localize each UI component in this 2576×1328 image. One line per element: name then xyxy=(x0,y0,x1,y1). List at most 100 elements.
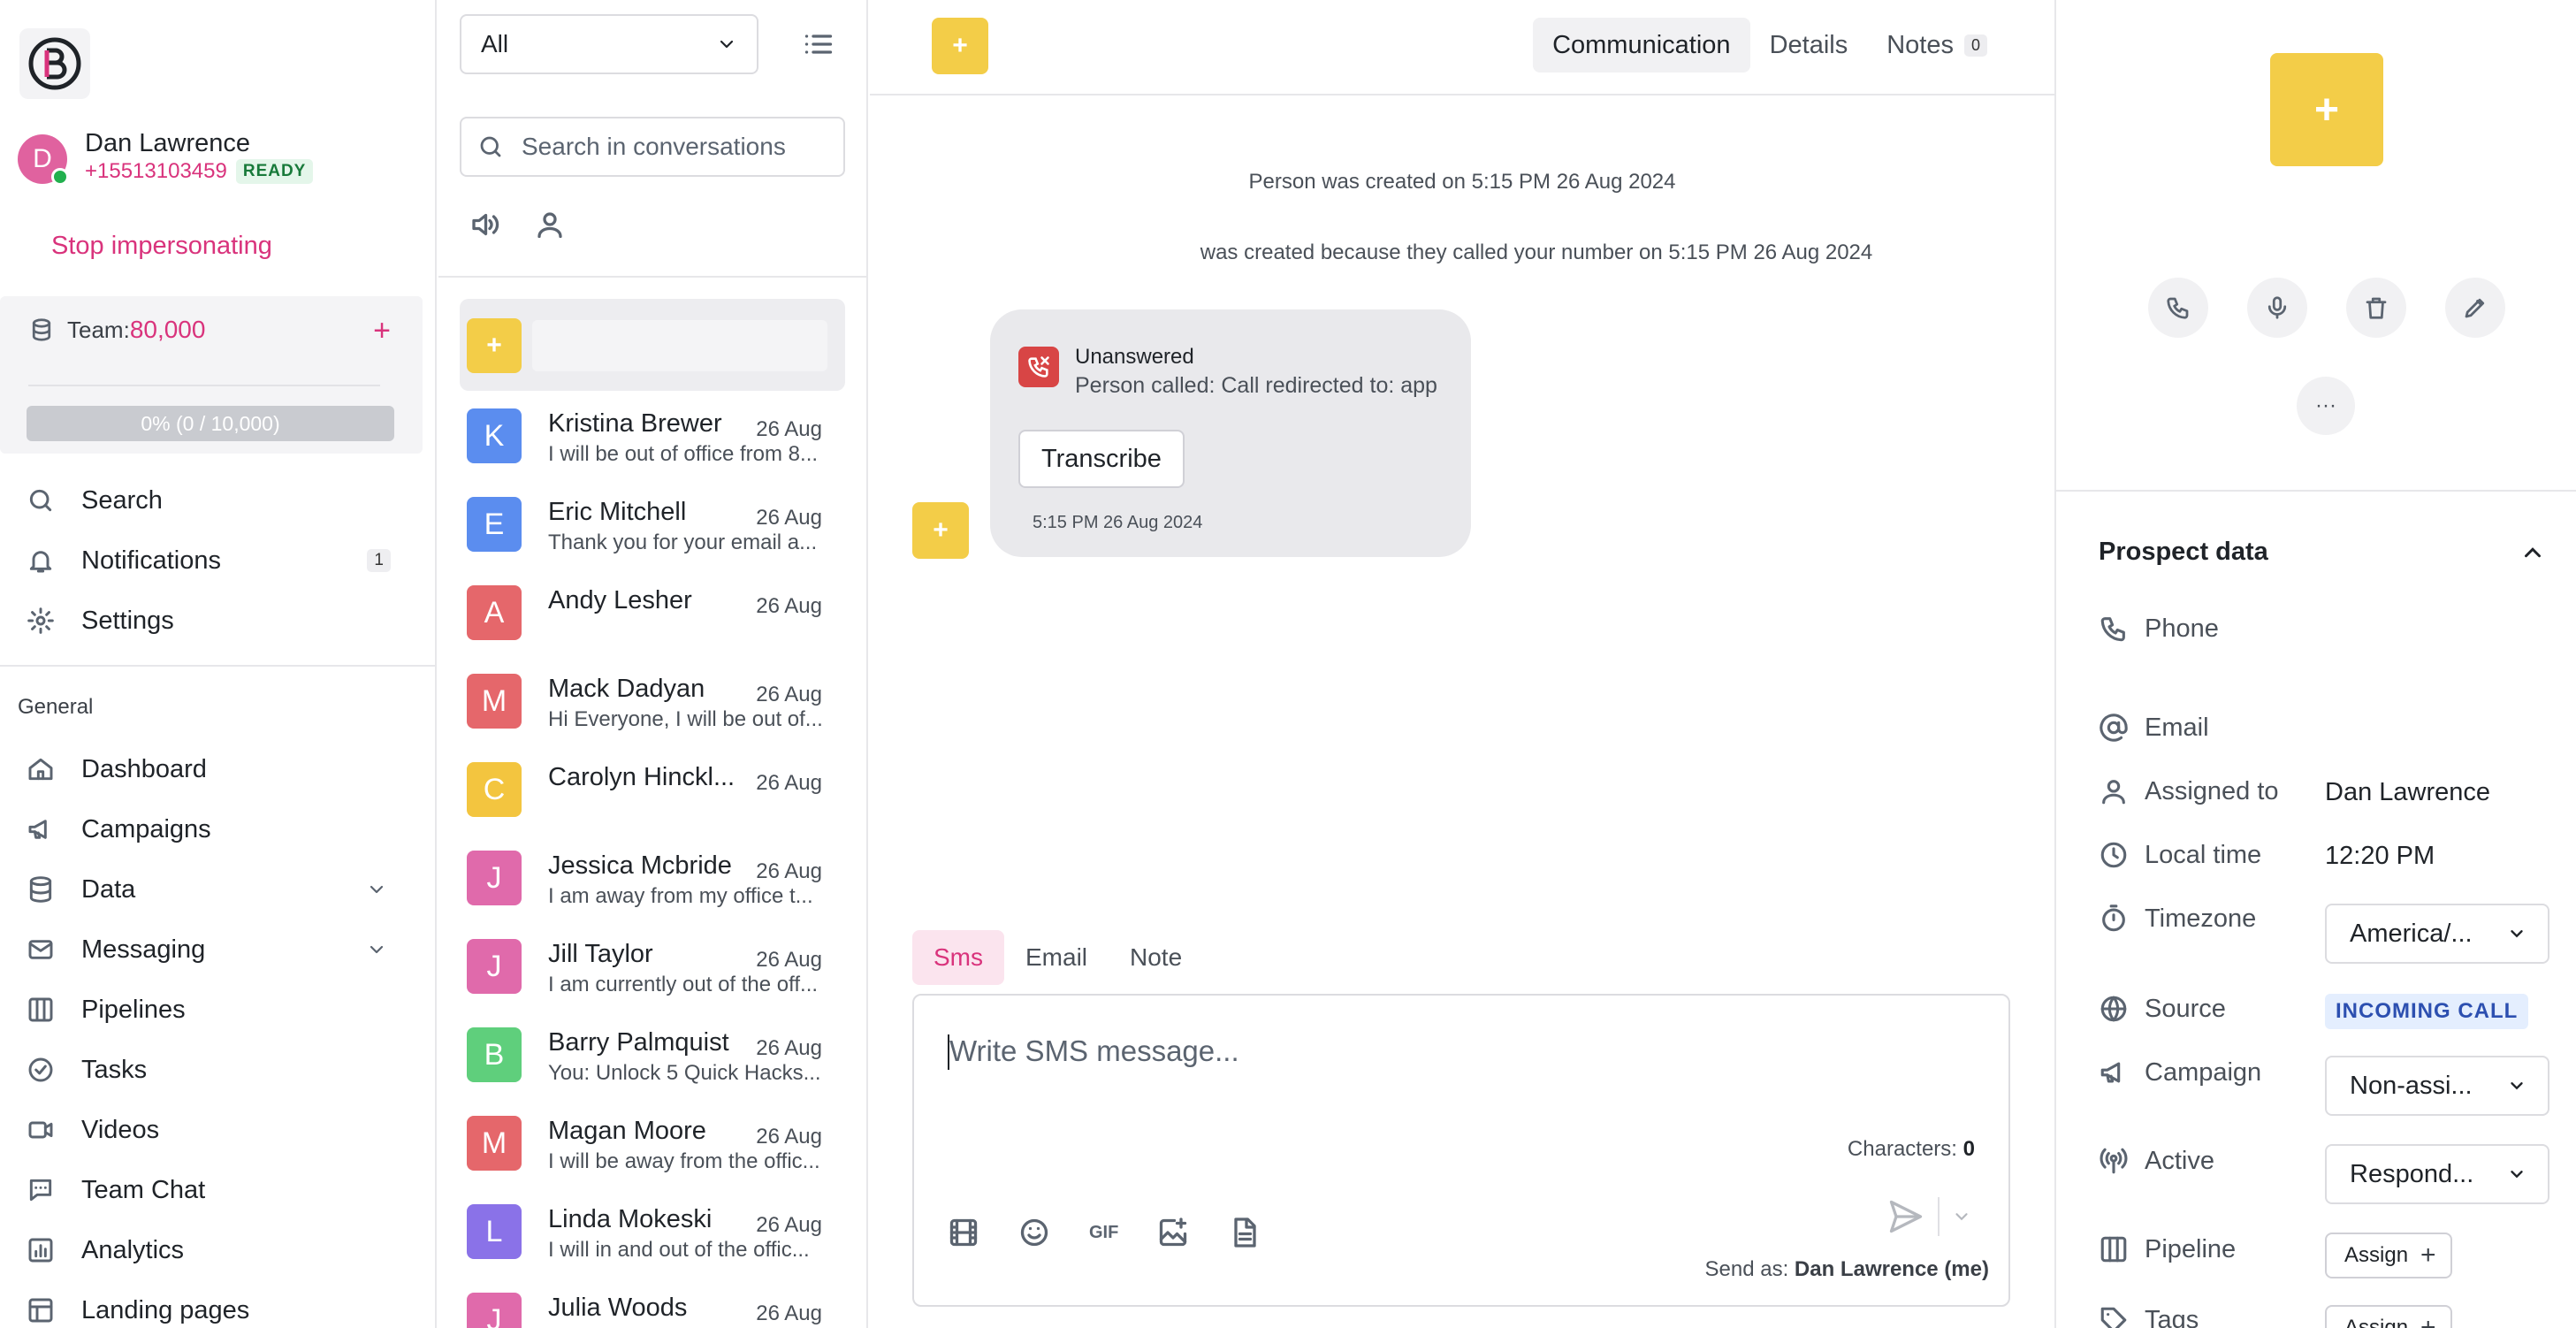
pipeline-assign-button[interactable]: Assign + xyxy=(2325,1233,2452,1278)
tab-communication[interactable]: Communication xyxy=(1533,18,1750,73)
send-icon[interactable] xyxy=(1886,1197,1925,1236)
avatar: J xyxy=(467,851,522,905)
image-upload-icon[interactable] xyxy=(1157,1217,1189,1248)
divider xyxy=(0,665,437,667)
timezone-select[interactable]: America/... xyxy=(2325,904,2549,964)
conversation-date: 26 Aug xyxy=(756,948,822,972)
filter-value: All xyxy=(481,30,509,57)
conversation-date: 26 Aug xyxy=(756,594,822,618)
chat-icon xyxy=(29,1179,52,1202)
campaign-select[interactable]: Non-assi... xyxy=(2325,1056,2549,1116)
chevron-down-icon xyxy=(2511,930,2523,938)
more-actions-button[interactable]: ··· xyxy=(2297,377,2355,435)
conversation-date: 26 Aug xyxy=(756,1125,822,1149)
timezone-value: America/... xyxy=(2350,919,2473,948)
tab-details[interactable]: Details xyxy=(1750,18,1868,73)
conversation-item[interactable]: A Andy Lesher 26 Aug xyxy=(460,571,845,660)
conversation-item[interactable]: K Kristina Brewer I will be out of office … xyxy=(460,394,845,483)
delete-button[interactable] xyxy=(2346,278,2406,338)
chevron-up-icon[interactable] xyxy=(2519,539,2546,566)
field-label: Pipeline xyxy=(2145,1234,2237,1263)
conversation-item[interactable]: B Barry Palmquist You: Unlock 5 Quick Hack… xyxy=(460,1013,845,1102)
sidebar-item-search[interactable]: Search xyxy=(0,470,437,530)
sidebar-item-landing-pages[interactable]: Landing pages xyxy=(0,1280,437,1328)
current-user[interactable]: D Dan Lawrence +15513103459 READY xyxy=(18,127,314,186)
sidebar-item-label: Notifications xyxy=(81,546,221,575)
field-label: Campaign xyxy=(2145,1057,2262,1087)
sms-composer[interactable]: Write SMS message... Characters: 0 GIF S… xyxy=(912,994,2010,1307)
chevron-down-icon xyxy=(720,40,734,49)
sidebar-item-analytics[interactable]: Analytics xyxy=(0,1220,437,1280)
sms-message-input[interactable]: Write SMS message... xyxy=(949,1034,1239,1068)
field-label: Timezone xyxy=(2145,904,2257,933)
tab-note[interactable]: Note xyxy=(1109,930,1203,985)
sidebar-item-data[interactable]: Data xyxy=(0,859,437,920)
sidebar-item-tasks[interactable]: Tasks xyxy=(0,1040,437,1100)
conversation-item[interactable]: L Linda Mokeski I will in and out of the o… xyxy=(460,1190,845,1278)
conversation-filter-select[interactable]: All xyxy=(460,14,758,74)
nav-top: Search Notifications 1 Settings xyxy=(0,470,437,651)
detail-tabs: Communication Details Notes 0 xyxy=(1533,18,2007,73)
conversation-item[interactable]: M Magan Moore I will be away from the offi… xyxy=(460,1102,845,1190)
tags-assign-button[interactable]: Assign + xyxy=(2325,1305,2452,1328)
document-icon[interactable] xyxy=(1228,1217,1260,1248)
conversation-item[interactable]: M Mack Dadyan Hi Everyone, I will be out o… xyxy=(460,660,845,748)
conversation-item-selected[interactable]: + xyxy=(460,299,845,391)
team-label: Team: xyxy=(67,316,130,343)
sidebar-item-team-chat[interactable]: Team Chat xyxy=(0,1160,437,1220)
active-status-select[interactable]: Respond... xyxy=(2325,1144,2549,1204)
sidebar-item-videos[interactable]: Videos xyxy=(0,1100,437,1160)
detail-topbar: + Communication Details Notes 0 xyxy=(870,0,2054,95)
record-button[interactable] xyxy=(2247,278,2307,338)
app-logo[interactable] xyxy=(19,28,90,99)
assigned-to-value[interactable]: Dan Lawrence xyxy=(2325,778,2490,807)
conversation-item[interactable]: J Jill Taylor I am currently out of the of… xyxy=(460,925,845,1013)
sidebar-item-dashboard[interactable]: Dashboard xyxy=(0,739,437,799)
field-label: Phone xyxy=(2145,614,2219,643)
at-sign-icon xyxy=(2100,714,2128,742)
film-icon[interactable] xyxy=(948,1217,979,1248)
globe-icon xyxy=(2100,996,2127,1022)
chevron-down-icon[interactable] xyxy=(366,939,387,960)
person-icon[interactable] xyxy=(534,209,566,240)
database-icon xyxy=(29,876,52,903)
team-credits-panel: Team: 80,000 + 0% (0 / 10,000) xyxy=(0,296,423,454)
emoji-icon[interactable] xyxy=(1018,1217,1050,1248)
tab-sms[interactable]: Sms xyxy=(912,930,1004,985)
trash-icon xyxy=(2366,297,2387,319)
prospect-actions xyxy=(2148,278,2505,338)
chevron-down-icon[interactable] xyxy=(1952,1207,1971,1226)
sidebar-item-messaging[interactable]: Messaging xyxy=(0,920,437,980)
conversation-item[interactable]: J Jessica Mcbride I am away from my office… xyxy=(460,836,845,925)
gif-icon[interactable]: GIF xyxy=(1089,1223,1118,1243)
sidebar-item-label: Pipelines xyxy=(81,995,186,1024)
list-view-icon[interactable] xyxy=(803,28,835,60)
send-as-value[interactable]: Dan Lawrence (me) xyxy=(1795,1257,1989,1281)
stop-impersonating-link[interactable]: Stop impersonating xyxy=(51,232,272,261)
add-button[interactable]: + xyxy=(932,18,988,74)
tab-notes[interactable]: Notes 0 xyxy=(1867,18,2007,73)
speaker-icon[interactable] xyxy=(469,209,500,240)
conversation-item[interactable]: C Carolyn Hinckl... 26 Aug xyxy=(460,748,845,836)
timeline-event: was created because they called your num… xyxy=(1200,240,1873,264)
contact-name: Jill Taylor xyxy=(548,940,653,968)
conversation-item[interactable]: E Eric Mitchell Thank you for your email a… xyxy=(460,483,845,571)
chevron-down-icon[interactable] xyxy=(366,879,387,900)
sidebar-item-pipelines[interactable]: Pipelines xyxy=(0,980,437,1040)
edit-button[interactable] xyxy=(2445,278,2505,338)
sidebar-item-notifications[interactable]: Notifications 1 xyxy=(0,530,437,591)
sidebar-item-campaigns[interactable]: Campaigns xyxy=(0,799,437,859)
field-label: Active xyxy=(2145,1146,2214,1175)
user-name: Dan Lawrence xyxy=(85,129,250,157)
prospect-avatar[interactable]: + xyxy=(2270,53,2383,166)
characters-label: Characters: xyxy=(1847,1137,1957,1161)
transcribe-button[interactable]: Transcribe xyxy=(1018,430,1185,488)
conversation-search-input[interactable] xyxy=(522,133,796,161)
message-preview: Thank you for your email a... xyxy=(548,530,818,554)
sidebar-item-settings[interactable]: Settings xyxy=(0,591,437,651)
call-button[interactable] xyxy=(2148,278,2208,338)
tab-email[interactable]: Email xyxy=(1004,930,1109,985)
contact-name: Linda Mokeski xyxy=(548,1205,713,1233)
conversation-item[interactable]: J Julia Woods 26 Aug xyxy=(460,1278,845,1328)
add-credits-button[interactable]: + xyxy=(373,314,391,348)
